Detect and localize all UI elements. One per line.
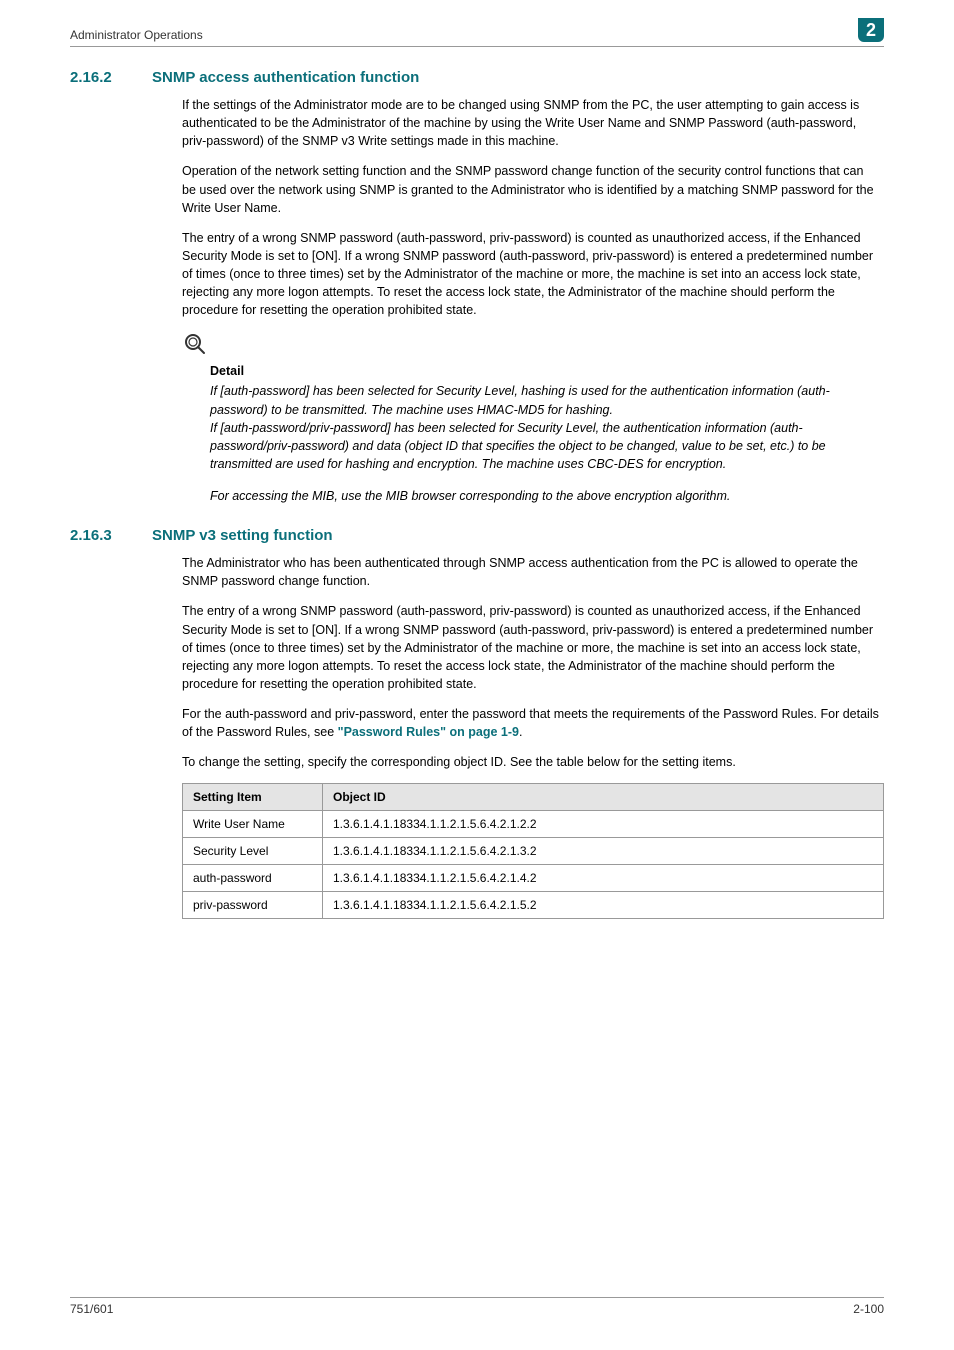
paragraph: Operation of the network setting functio… [182, 162, 880, 216]
detail-body: For accessing the MIB, use the MIB brows… [210, 487, 880, 505]
table-header-cell: Setting Item [183, 784, 323, 811]
footer-model: 751/601 [70, 1302, 113, 1316]
chapter-number-badge: 2 [858, 18, 884, 42]
table-row: auth-password 1.3.6.1.4.1.18334.1.1.2.1.… [183, 865, 884, 892]
paragraph: To change the setting, specify the corre… [182, 753, 880, 771]
table-cell: 1.3.6.1.4.1.18334.1.1.2.1.5.6.4.2.1.2.2 [323, 811, 884, 838]
table-header-cell: Object ID [323, 784, 884, 811]
paragraph: The entry of a wrong SNMP password (auth… [182, 602, 880, 693]
paragraph-text: For the auth-password and priv-password,… [182, 707, 879, 739]
paragraph: The Administrator who has been authentic… [182, 554, 880, 590]
table-cell: priv-password [183, 892, 323, 919]
paragraph: If the settings of the Administrator mod… [182, 96, 880, 150]
table-row: Write User Name 1.3.6.1.4.1.18334.1.1.2.… [183, 811, 884, 838]
cross-reference-link[interactable]: "Password Rules" on page 1-9 [338, 725, 519, 739]
table-cell: 1.3.6.1.4.1.18334.1.1.2.1.5.6.4.2.1.5.2 [323, 892, 884, 919]
table-row: Security Level 1.3.6.1.4.1.18334.1.1.2.1… [183, 838, 884, 865]
section-number: 2.16.3 [70, 527, 128, 544]
paragraph: For the auth-password and priv-password,… [182, 705, 880, 741]
object-id-table: Setting Item Object ID Write User Name 1… [182, 783, 884, 919]
table-cell: Write User Name [183, 811, 323, 838]
table-row: priv-password 1.3.6.1.4.1.18334.1.1.2.1.… [183, 892, 884, 919]
paragraph: The entry of a wrong SNMP password (auth… [182, 229, 880, 320]
table-header-row: Setting Item Object ID [183, 784, 884, 811]
table-cell: 1.3.6.1.4.1.18334.1.1.2.1.5.6.4.2.1.3.2 [323, 838, 884, 865]
footer-page-number: 2-100 [853, 1302, 884, 1316]
table-cell: Security Level [183, 838, 323, 865]
paragraph-text: . [519, 725, 522, 739]
table-cell: auth-password [183, 865, 323, 892]
detail-body: If [auth-password] has been selected for… [210, 382, 880, 473]
section-number: 2.16.2 [70, 69, 128, 86]
table-cell: 1.3.6.1.4.1.18334.1.1.2.1.5.6.4.2.1.4.2 [323, 865, 884, 892]
magnifier-icon [182, 331, 884, 362]
detail-heading: Detail [210, 364, 884, 378]
running-header-title: Administrator Operations [70, 28, 203, 42]
section-title: SNMP v3 setting function [152, 527, 333, 544]
section-title: SNMP access authentication function [152, 69, 419, 86]
